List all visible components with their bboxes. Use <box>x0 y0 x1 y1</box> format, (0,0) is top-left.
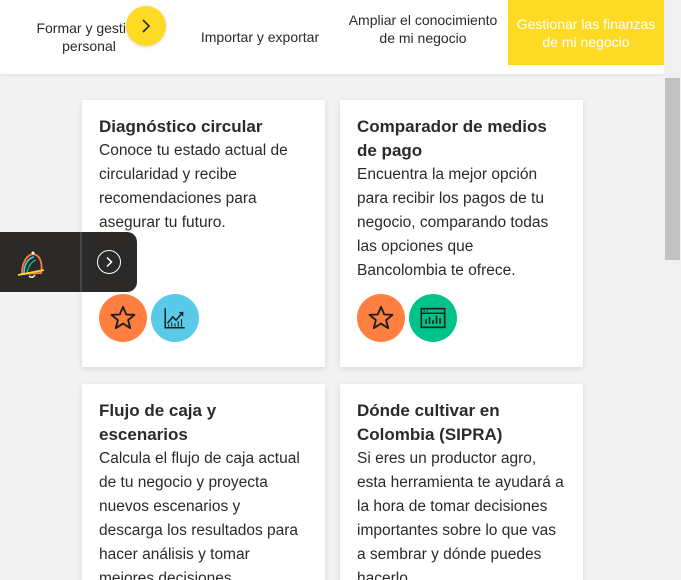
favorite-button[interactable] <box>99 294 147 342</box>
star-icon <box>110 305 136 330</box>
tab-gestionar-finanzas[interactable]: Gestionar las finanzas de mi negocio <box>508 0 664 65</box>
category-badge <box>409 294 457 342</box>
tab-importar-exportar[interactable]: Importar y exportar <box>185 0 335 74</box>
floating-assistant-widget[interactable] <box>0 232 137 292</box>
tab-label: Importar y exportar <box>200 29 320 45</box>
chevron-right-icon <box>106 256 113 268</box>
card-title: Diagnóstico circular <box>99 117 263 136</box>
tool-card[interactable]: Flujo de caja y escenarios Calcula el fl… <box>82 384 325 580</box>
bell-logo-icon <box>17 251 45 278</box>
card-description: Si eres un productor agro, esta herramie… <box>357 450 564 580</box>
tool-card[interactable]: Comparador de medios de pago Encuentra l… <box>340 100 583 367</box>
scrollbar-thumb[interactable] <box>665 78 680 260</box>
card-icons <box>99 294 199 342</box>
tab-ampliar-conocimiento[interactable]: Ampliar el conocimiento de mi negocio <box>348 0 498 66</box>
dashboard-icon <box>420 307 446 329</box>
tab-label: Gestionar las finanzas de mi negocio <box>516 15 656 50</box>
category-tabs-bar: Formar y gestion personal Importar y exp… <box>0 0 664 74</box>
star-icon <box>368 305 394 330</box>
card-description: Conoce tu estado actual de circularidad … <box>99 142 288 231</box>
card-description: Encuentra la mejor opción para recibir l… <box>357 166 549 279</box>
chart-up-icon <box>164 308 185 329</box>
card-title: Dónde cultivar en Colombia (SIPRA) <box>357 401 503 444</box>
tab-label: Ampliar el conocimiento de mi negocio <box>348 12 498 46</box>
card-description: Calcula el flujo de caja actual de tu ne… <box>99 450 300 580</box>
favorite-button[interactable] <box>357 294 405 342</box>
card-title: Flujo de caja y escenarios <box>99 401 217 444</box>
card-title: Comparador de medios de pago <box>357 117 547 160</box>
tool-card[interactable]: Dónde cultivar en Colombia (SIPRA) Si er… <box>340 384 583 580</box>
category-badge <box>151 294 199 342</box>
chevron-right-icon <box>142 19 151 33</box>
widget-expand-button[interactable] <box>97 250 121 274</box>
tabs-scroll-arrow-button[interactable] <box>126 6 166 46</box>
widget-divider <box>80 232 82 292</box>
card-icons <box>357 294 457 342</box>
